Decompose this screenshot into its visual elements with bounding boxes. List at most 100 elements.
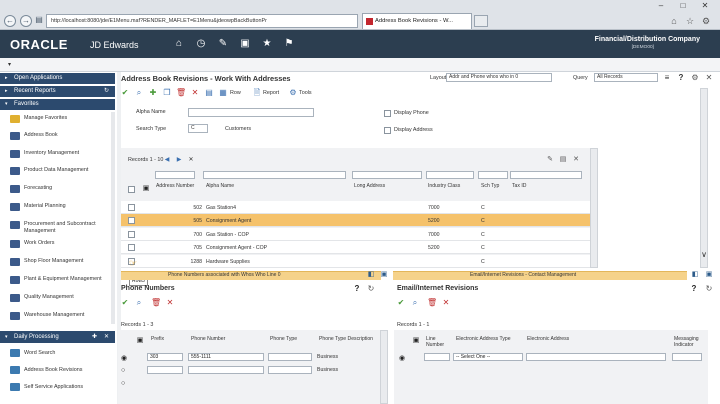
select-check-icon[interactable]: ✔ [120, 88, 130, 98]
qbe-sch-typ[interactable] [478, 171, 508, 179]
chart-nav-icon[interactable]: ▣ [238, 38, 252, 50]
grid-format-icon[interactable]: ▣ [141, 184, 151, 194]
close-icon[interactable]: ✕ [190, 88, 200, 98]
close-icon[interactable]: ✕ [441, 298, 451, 308]
pop-out-icon[interactable]: ◧ [690, 270, 700, 280]
grid-format-icon[interactable]: ▣ [411, 336, 421, 346]
grid-scrollbar[interactable] [590, 148, 598, 268]
query-options-icon[interactable]: ≡ [662, 73, 672, 83]
pop-out-icon[interactable]: ◧ [366, 270, 376, 280]
report-menu[interactable]: Report [263, 90, 279, 96]
prefix-input[interactable]: 303 [147, 353, 183, 361]
close-form-icon[interactable]: ✕ [704, 73, 714, 83]
current-row-radio[interactable]: ◉ [399, 354, 405, 362]
phone-number-input[interactable]: 555-1111 [188, 353, 264, 361]
star-icon[interactable]: ☆ [684, 15, 696, 27]
tools-menu[interactable]: Tools [299, 90, 312, 96]
sidebar-item[interactable]: Product Data Management [10, 167, 112, 183]
back-icon[interactable]: ← [4, 15, 16, 27]
phone-number-input[interactable] [188, 366, 264, 374]
electronic-address-type-select[interactable]: -- Select One -- [453, 353, 523, 361]
daily-item[interactable]: Address Book Revisions [10, 366, 112, 380]
email-column-header[interactable]: Electronic Address Type [456, 336, 516, 342]
alpha-name-input[interactable] [188, 108, 314, 117]
sidebar-item[interactable]: Manage Favorites [10, 115, 112, 131]
display-phone-checkbox[interactable] [384, 110, 391, 117]
report-icon[interactable]: 🗎 [252, 88, 262, 98]
email-column-header[interactable]: Electronic Address [527, 336, 607, 342]
row-icon[interactable]: ▦ [218, 88, 228, 98]
row-checkbox[interactable] [128, 217, 135, 224]
refresh-icon[interactable]: ↻ [704, 284, 714, 294]
qbe-long-address[interactable] [352, 171, 422, 179]
scroll-down-icon[interactable]: ∨ [699, 250, 709, 260]
browser-tab[interactable]: Address Book Revisions - W... [362, 13, 472, 29]
phone-type-input[interactable] [268, 353, 312, 361]
grid-edit-icon[interactable]: ✎ [545, 155, 555, 165]
delete-icon[interactable]: 🗑 [427, 298, 437, 308]
clock-nav-icon[interactable]: ◷ [194, 38, 208, 50]
find-icon[interactable]: ⌕ [410, 298, 420, 308]
sidebar-item[interactable]: Quality Management [10, 294, 112, 310]
sidebar-item[interactable]: Address Book [10, 132, 112, 148]
sidebar-item[interactable]: Work Orders [10, 240, 112, 256]
forward-icon[interactable]: → [20, 15, 32, 27]
help-icon[interactable]: ? [352, 284, 362, 294]
pane-icon[interactable]: ▣ [704, 270, 714, 280]
row-checkbox[interactable] [128, 204, 135, 211]
row-checkbox[interactable] [128, 231, 135, 238]
phone-column-header[interactable]: Phone Type Description [319, 336, 377, 342]
new-tab-button[interactable] [474, 15, 488, 27]
open-apps-header[interactable]: ▸ Open Applications [0, 73, 115, 84]
copy-icon[interactable]: ❐ [162, 88, 172, 98]
daily-item[interactable]: Word Search [10, 349, 112, 363]
select-check-icon[interactable]: ✔ [120, 298, 130, 308]
delete-icon[interactable]: 🗑 [176, 88, 186, 98]
home-icon[interactable]: ⌂ [668, 15, 680, 27]
grid-format-icon[interactable]: ▣ [135, 336, 145, 346]
display-address-checkbox[interactable] [384, 127, 391, 134]
grid-column-header[interactable]: Tax ID [512, 183, 558, 189]
delete-icon[interactable]: 🗑 [151, 298, 161, 308]
refresh-icon[interactable]: ↻ [366, 284, 376, 294]
favorites-nav-icon[interactable]: ★ [260, 38, 274, 50]
close-icon[interactable]: ✕ [165, 298, 175, 308]
phone-scrollbar[interactable] [380, 330, 388, 404]
sidebar-scrollbar[interactable] [111, 112, 115, 324]
email-column-header[interactable]: Messaging Indicator [674, 336, 706, 348]
first-page-icon[interactable]: ◀ [162, 155, 172, 165]
flag-nav-icon[interactable]: ⚑ [282, 38, 296, 50]
layout-select[interactable]: Addr and Phone whos who in 0 [446, 73, 552, 82]
select-all-checkbox[interactable] [128, 186, 135, 193]
sidebar-item[interactable]: Plant & Equipment Management [10, 276, 112, 292]
tools-icon[interactable]: ⚙ [288, 88, 298, 98]
qbe-tax-id[interactable] [510, 171, 582, 179]
favorites-header[interactable]: ▾ Favorites [0, 99, 115, 110]
export-icon[interactable]: ▤ [558, 155, 568, 165]
find-icon[interactable]: ⌕ [134, 298, 144, 308]
close-window-icon[interactable]: ✕ [694, 0, 716, 12]
qbe-alpha-name[interactable] [203, 171, 346, 179]
sidebar-item[interactable]: Procurement and Subcontract Management [10, 221, 112, 237]
minimize-icon[interactable]: – [650, 0, 672, 12]
next-page-icon[interactable]: ▶ [174, 155, 184, 165]
sidebar-item[interactable]: Material Planning [10, 203, 112, 219]
current-row-radio[interactable]: ◉ [121, 354, 127, 362]
home-nav-icon[interactable]: ⌂ [172, 38, 186, 50]
query-select[interactable]: All Records [594, 73, 658, 82]
expand-icon[interactable]: ✕ [186, 155, 196, 165]
grid-column-header[interactable]: Alpha Name [206, 183, 336, 189]
qbe-industry-class[interactable] [426, 171, 474, 179]
grid-column-header[interactable]: Address Number [156, 183, 202, 189]
sidebar-item[interactable]: Warehouse Management [10, 312, 112, 328]
row-radio[interactable]: ○ [121, 380, 125, 387]
sidebar-item[interactable]: Forecasting [10, 185, 112, 201]
grid-column-header[interactable]: Long Address [354, 183, 400, 189]
sidebar-item[interactable]: Inventory Management [10, 150, 112, 166]
phone-column-header[interactable]: Prefix [151, 336, 191, 342]
help-icon[interactable]: ? [689, 284, 699, 294]
phone-column-header[interactable]: Phone Type [270, 336, 316, 342]
find-icon[interactable]: ⌕ [134, 88, 144, 98]
phone-column-header[interactable]: Phone Number [191, 336, 261, 342]
maximize-icon[interactable]: □ [672, 0, 694, 12]
